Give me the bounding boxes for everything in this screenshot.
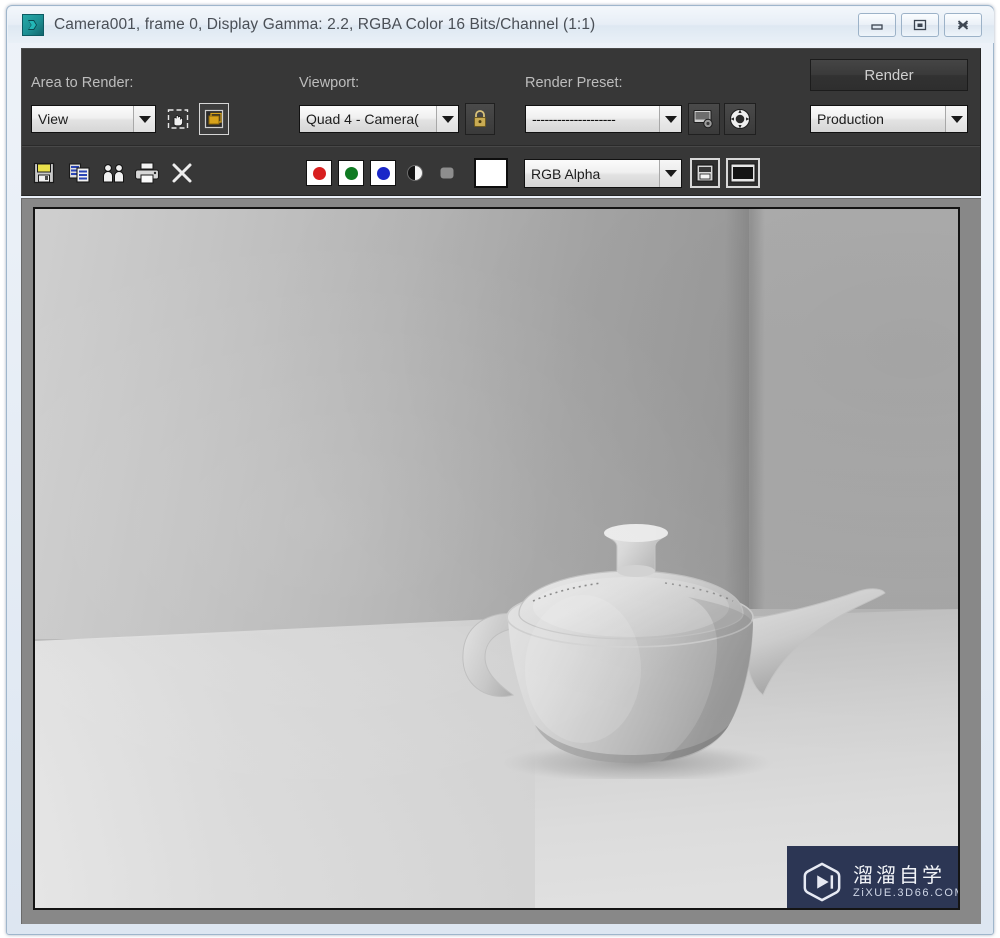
save-image-icon: [33, 162, 55, 184]
chevron-down-icon: [436, 106, 458, 132]
close-icon: [957, 20, 969, 30]
play-button-logo-icon: [803, 862, 841, 902]
viewport-lock-button[interactable]: [465, 103, 495, 135]
render-image-viewport[interactable]: 溜溜自学 ZiXUE.3D66.COM: [33, 207, 960, 910]
chevron-down-icon: [659, 106, 681, 132]
3dsmax-icon: [22, 14, 44, 36]
render-mode-value: Production: [817, 111, 884, 127]
toolbar-row-bottom: RGB Alpha: [22, 149, 980, 197]
clear-image-icon: [172, 163, 192, 183]
render-preset-value: --------------------: [532, 111, 616, 127]
environment-icon: [730, 109, 750, 129]
channel-select-value: RGB Alpha: [531, 165, 601, 182]
area-to-render-select[interactable]: View: [31, 105, 156, 133]
window-title: Camera001, frame 0, Display Gamma: 2.2, …: [54, 16, 596, 33]
duplicate-view-button[interactable]: [726, 158, 760, 188]
background-color-swatch[interactable]: [474, 158, 508, 188]
environment-button[interactable]: [724, 103, 756, 135]
close-button[interactable]: [944, 13, 982, 37]
toggle-ui-overlay-icon: [696, 164, 714, 182]
window-controls: [858, 13, 982, 37]
monochrome-icon: [407, 165, 423, 181]
chevron-down-icon: [945, 106, 967, 132]
maximize-button[interactable]: [901, 13, 939, 37]
render-preset-label: Render Preset:: [525, 75, 623, 91]
copy-image-icon: [68, 163, 90, 183]
render-button[interactable]: Render: [810, 59, 968, 91]
viewport-label: Viewport:: [299, 75, 360, 91]
blue-channel-icon: [376, 166, 390, 180]
render-image-frame: 溜溜自学 ZiXUE.3D66.COM: [21, 198, 981, 924]
render-setup-icon: [693, 109, 713, 129]
save-image-button[interactable]: [30, 159, 58, 187]
monochrome-button[interactable]: [404, 162, 426, 184]
render-mode-select[interactable]: Production: [810, 105, 968, 133]
duplicate-view-icon: [730, 163, 756, 183]
render-preset-select[interactable]: --------------------: [525, 105, 682, 133]
viewport-select[interactable]: Quad 4 - Camera(: [299, 105, 459, 133]
blue-channel-button[interactable]: [370, 160, 396, 186]
toolbar-divider: [22, 145, 980, 147]
hand-pan-button[interactable]: [164, 105, 192, 133]
clear-image-button[interactable]: [168, 159, 196, 187]
watermark-text: 溜溜自学 ZiXUE.3D66.COM: [853, 864, 960, 899]
lock-icon: [474, 110, 486, 127]
green-channel-icon: [344, 166, 358, 180]
render-setup-button[interactable]: [688, 103, 720, 135]
maximize-icon: [913, 19, 927, 31]
clone-rendered-frame-icon: [103, 164, 124, 183]
toolbar-row-top: Area to Render: View Viewport: Quad 4 - …: [22, 49, 980, 143]
area-to-render-label: Area to Render:: [31, 75, 134, 91]
viewport-value: Quad 4 - Camera(: [306, 111, 419, 127]
scene-vignette: [35, 209, 958, 908]
toggle-ui-overlay-button[interactable]: [690, 158, 720, 188]
minimize-button[interactable]: [858, 13, 896, 37]
hand-pan-icon: [167, 109, 189, 129]
alpha-channel-button[interactable]: [436, 162, 458, 184]
auto-region-selected-icon: [204, 109, 224, 129]
chevron-down-icon: [659, 160, 681, 187]
watermark: 溜溜自学 ZiXUE.3D66.COM: [787, 846, 960, 908]
copy-image-button[interactable]: [66, 159, 94, 187]
red-channel-button[interactable]: [306, 160, 332, 186]
area-to-render-value: View: [38, 111, 69, 127]
watermark-url: ZiXUE.3D66.COM: [853, 886, 960, 899]
alpha-channel-icon: [440, 167, 454, 179]
green-channel-button[interactable]: [338, 160, 364, 186]
print-image-button[interactable]: [134, 159, 162, 187]
print-image-icon: [135, 162, 160, 184]
red-channel-icon: [312, 166, 326, 180]
auto-region-button[interactable]: [199, 103, 229, 135]
title-bar: Camera001, frame 0, Display Gamma: 2.2, …: [8, 7, 994, 43]
minimize-icon: [871, 24, 883, 30]
chevron-down-icon: [133, 106, 155, 132]
clone-rendered-frame-button[interactable]: [100, 159, 128, 187]
render-frame-window: Camera001, frame 0, Display Gamma: 2.2, …: [6, 5, 994, 935]
rendered-image: 溜溜自学 ZiXUE.3D66.COM: [35, 209, 958, 908]
watermark-title: 溜溜自学: [853, 864, 945, 887]
channel-select[interactable]: RGB Alpha: [524, 159, 682, 188]
toolbar-panel: Area to Render: View Viewport: Quad 4 - …: [21, 48, 981, 196]
